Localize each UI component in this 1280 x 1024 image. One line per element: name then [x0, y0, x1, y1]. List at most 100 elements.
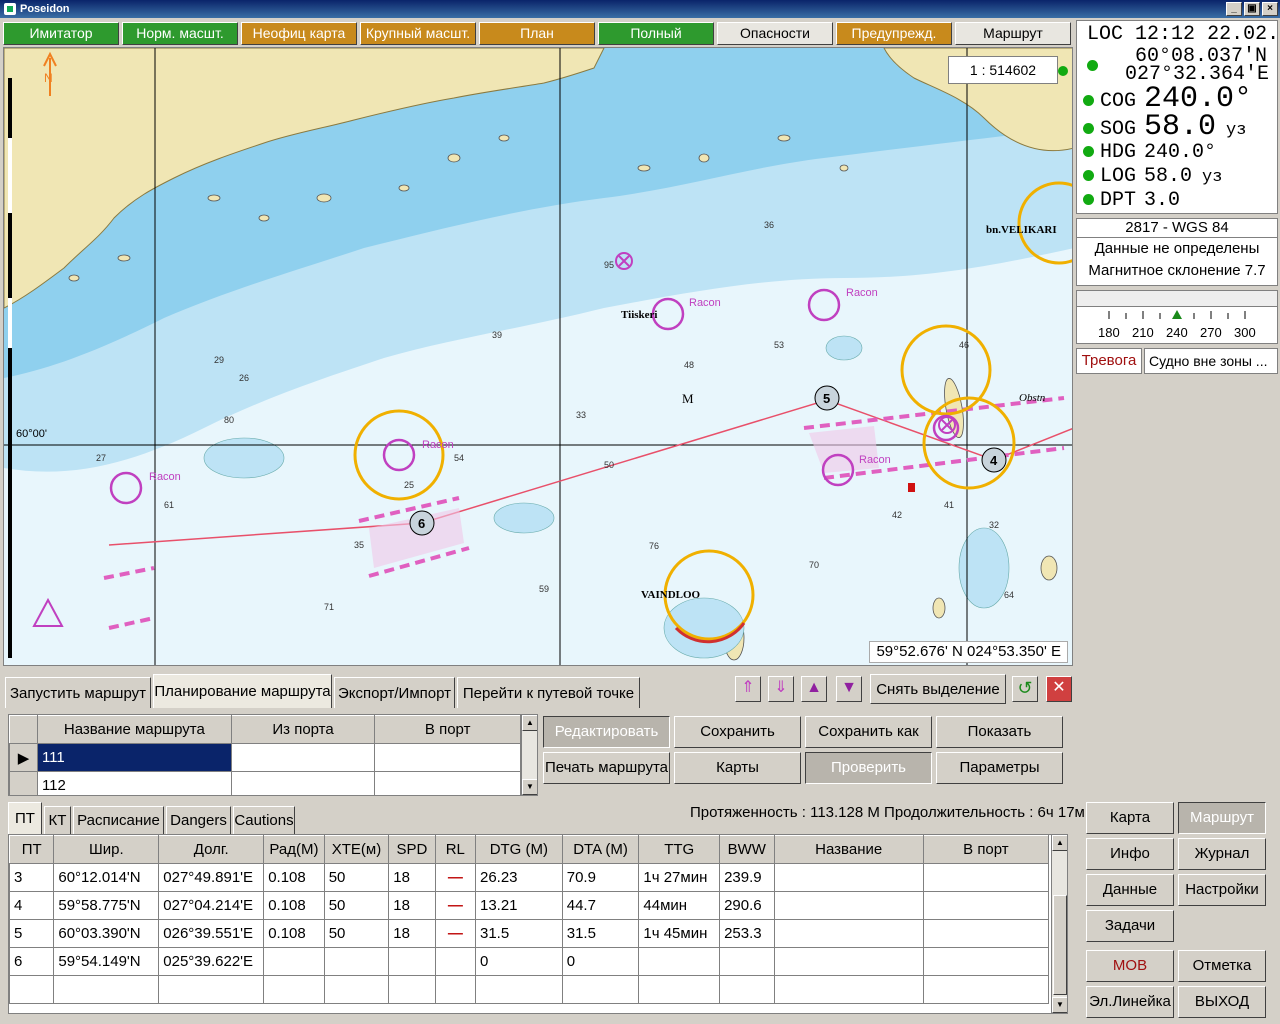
- toolbar-button-2[interactable]: Неофиц карта: [241, 22, 357, 45]
- navigation-data: LOC 12:12 22.02.2005 60°08.037'N 027°32.…: [1076, 20, 1280, 214]
- subtab-0[interactable]: ПТ: [8, 802, 42, 834]
- wp-cell: —: [434, 919, 476, 948]
- route-tab-2[interactable]: Экспорт/Импорт: [334, 677, 455, 708]
- wp-header-3[interactable]: Рад(М): [263, 835, 325, 864]
- waypoint-row[interactable]: 4 59°58.775'N 027°04.214'E 0.108 50 18—13.21 4…: [9, 891, 1050, 920]
- nav-label: HDG: [1100, 141, 1137, 164]
- nav-log: LOG 58.0 уз: [1083, 165, 1222, 190]
- svg-text:6: 6: [418, 516, 425, 531]
- waypoints-scrollbar[interactable]: ▲ ▼: [1051, 835, 1067, 1013]
- route-row[interactable]: 112: [9, 771, 521, 795]
- racon-label: Racon: [846, 287, 878, 299]
- side-button-5[interactable]: Настройки: [1178, 874, 1266, 906]
- toolbar-button-8[interactable]: Маршрут: [955, 22, 1071, 45]
- wp-header-1[interactable]: Шир.: [53, 835, 160, 864]
- route-action-button-4[interactable]: Печать маршрута: [543, 752, 670, 784]
- side-button-0[interactable]: Карта: [1086, 802, 1174, 834]
- wp-header-2[interactable]: Долг.: [158, 835, 265, 864]
- bottom-button-2[interactable]: Эл.Линейка: [1086, 986, 1174, 1018]
- side-button-6[interactable]: Задачи: [1086, 910, 1174, 942]
- waypoint-4-marker[interactable]: 4: [981, 447, 1007, 473]
- route-tab-1[interactable]: Планирование маршрута: [153, 674, 332, 708]
- wp-header-5[interactable]: SPD: [388, 835, 436, 864]
- side-button-2[interactable]: Инфо: [1086, 838, 1174, 870]
- route-action-button-5[interactable]: Карты: [674, 752, 801, 784]
- deselect-button[interactable]: Снять выделение: [870, 674, 1006, 704]
- route-action-button-7[interactable]: Параметры: [936, 752, 1063, 784]
- routes-header-name[interactable]: Название маршрута: [36, 715, 232, 744]
- waypoint-5-marker[interactable]: 5: [814, 385, 840, 411]
- alarm-bar[interactable]: Тревога Судно вне зоны ...: [1076, 348, 1278, 374]
- wp-header-7[interactable]: DTG (М): [474, 835, 563, 864]
- bottom-button-3[interactable]: ВЫХОД: [1178, 986, 1266, 1018]
- subtab-1[interactable]: КТ: [44, 806, 71, 834]
- toolbar-button-3[interactable]: Крупный масшт.: [360, 22, 476, 45]
- wp-header-12[interactable]: В порт: [922, 835, 1050, 864]
- minimize-button[interactable]: _: [1226, 2, 1242, 16]
- subtab-4[interactable]: Cautions: [233, 806, 295, 834]
- wp-cell: [922, 947, 1050, 976]
- wp-header-9[interactable]: TTG: [638, 835, 721, 864]
- route-action-button-6[interactable]: Проверить: [805, 752, 932, 784]
- toolbar-button-4[interactable]: План: [479, 22, 595, 45]
- bottom-button-1[interactable]: Отметка: [1178, 950, 1266, 982]
- nav-label: DPT: [1100, 189, 1137, 212]
- toolbar-button-0[interactable]: Имитатор: [3, 22, 119, 45]
- nav-unit: уз: [1202, 168, 1223, 187]
- route-action-button-1[interactable]: Сохранить: [674, 716, 801, 748]
- scale-status-icon: [1058, 66, 1068, 76]
- waypoint-row[interactable]: 5 60°03.390'N 026°39.551'E 0.108 50 18—31.5 31…: [9, 919, 1050, 948]
- wp-cell: —: [434, 863, 476, 892]
- wp-header-8[interactable]: DTA (М): [561, 835, 640, 864]
- heading-tick-label: 270: [1200, 325, 1222, 340]
- bottom-button-0[interactable]: МОВ: [1086, 950, 1174, 982]
- wp-cell: [922, 891, 1050, 920]
- chart-view[interactable]: 60°00' 6 5 4 Tiiskeri VAINDLOO bn.VELIKA…: [3, 47, 1073, 666]
- route-action-button-2[interactable]: Сохранить как: [805, 716, 932, 748]
- wp-header-10[interactable]: BWW: [719, 835, 775, 864]
- waypoint-row[interactable]: 6 59°54.149'N 025°39.622'E 0 0: [9, 947, 1050, 976]
- subtab-3[interactable]: Dangers: [166, 806, 231, 834]
- cancel-icon[interactable]: ✕: [1046, 676, 1072, 702]
- route-action-button-0[interactable]: Редактировать: [543, 716, 670, 748]
- side-button-4[interactable]: Данные: [1086, 874, 1174, 906]
- move-bottom-button[interactable]: ⇓: [768, 676, 794, 702]
- scroll-thumb[interactable]: [1053, 895, 1067, 995]
- wp-cell: [719, 947, 775, 976]
- route-tab-0[interactable]: Запустить маршрут: [5, 677, 151, 708]
- wp-cell: 44.7: [561, 891, 640, 920]
- waypoint-6-marker[interactable]: 6: [409, 510, 435, 536]
- waypoint-row[interactable]: 3 60°12.014'N 027°49.891'E 0.108 50 18—26.23 7…: [9, 863, 1050, 892]
- wp-header-11[interactable]: Название: [773, 835, 924, 864]
- depth-sounding: 41: [944, 500, 954, 510]
- routes-header-to[interactable]: В порт: [374, 715, 521, 744]
- route-action-button-3[interactable]: Показать: [936, 716, 1063, 748]
- maximize-button[interactable]: ▣: [1244, 2, 1260, 16]
- wp-cell: 18: [388, 863, 436, 892]
- routes-header-from[interactable]: Из порта: [230, 715, 376, 744]
- close-button[interactable]: ×: [1262, 2, 1278, 16]
- side-button-1[interactable]: Маршрут: [1178, 802, 1266, 834]
- wp-header-6[interactable]: RL: [434, 835, 476, 864]
- side-button-3[interactable]: Журнал: [1178, 838, 1266, 870]
- wp-header-0[interactable]: ПТ: [9, 835, 55, 864]
- move-up-button[interactable]: ▲: [801, 676, 827, 702]
- racon-label: Racon: [859, 454, 891, 466]
- wp-cell: [773, 891, 924, 920]
- toolbar-button-7[interactable]: Предупрежд.: [836, 22, 952, 45]
- move-top-button[interactable]: ⇑: [735, 676, 761, 702]
- nautical-chart[interactable]: 60°00' 6 5 4 Tiiskeri VAINDLOO bn.VELIKA…: [4, 48, 1073, 666]
- route-tab-3[interactable]: Перейти к путевой точке: [457, 677, 640, 708]
- routes-scrollbar[interactable]: ▲ ▼: [521, 715, 537, 795]
- undo-icon[interactable]: ↺: [1012, 676, 1038, 702]
- route-row[interactable]: ▶ 111: [9, 743, 521, 772]
- toolbar-button-5[interactable]: Полный: [598, 22, 714, 45]
- wp-cell: 59°54.149'N: [53, 947, 160, 976]
- wp-header-4[interactable]: XTE(м): [323, 835, 390, 864]
- move-down-button[interactable]: ▼: [836, 676, 862, 702]
- subtab-2[interactable]: Расписание: [73, 806, 164, 834]
- alarm-message: Судно вне зоны ...: [1144, 348, 1278, 374]
- toolbar-button-6[interactable]: Опасности: [717, 22, 833, 45]
- toolbar-button-1[interactable]: Норм. масшт.: [122, 22, 238, 45]
- scale-display[interactable]: 1 : 514602: [948, 56, 1058, 84]
